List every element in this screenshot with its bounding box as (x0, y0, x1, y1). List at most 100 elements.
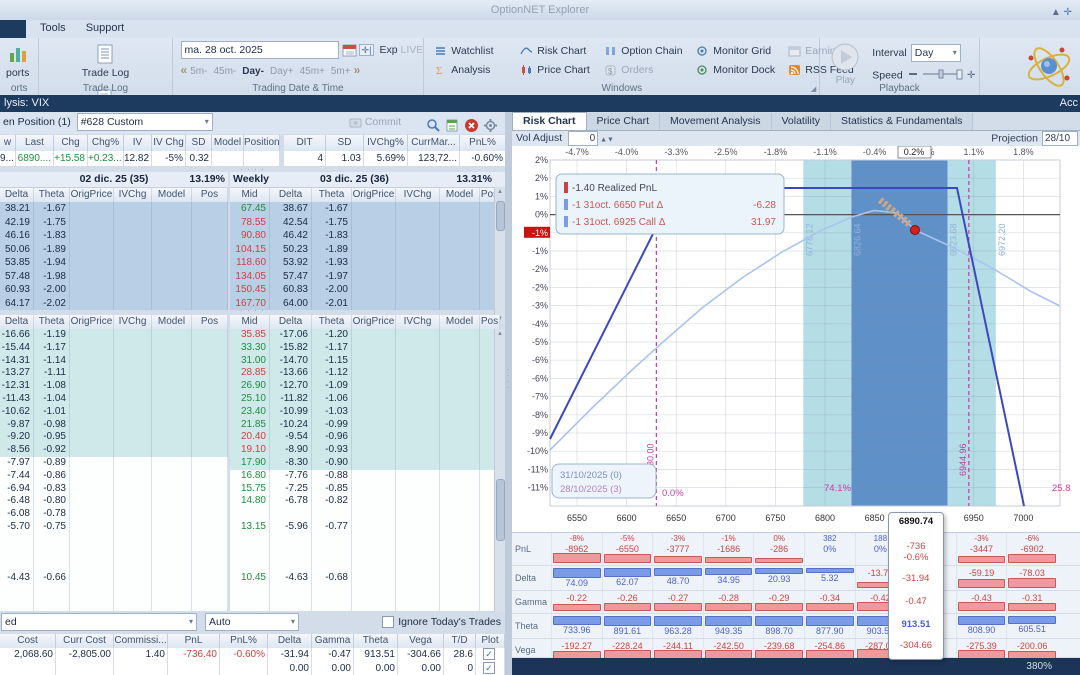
chain-col-header[interactable]: Delta (0, 188, 34, 202)
tab-movement-analysis[interactable]: Movement Analysis (660, 113, 772, 130)
chain-col-header[interactable]: Pos (192, 188, 228, 202)
chain-col-header[interactable]: IVChg (396, 315, 440, 329)
option-chain-row[interactable]: -10.62 -1.01 (0, 405, 228, 419)
totals-col-header[interactable]: Vega (398, 634, 444, 648)
option-chain-row[interactable]: 104.15 50.23 -1.89 (230, 242, 505, 256)
chain-col-header[interactable]: Theta (34, 315, 70, 329)
nav-45mminus[interactable]: 45m- (210, 66, 239, 77)
option-chain-row[interactable]: -16.66 -1.19 (0, 329, 228, 342)
option-chain-row[interactable]: 42.19 -1.75 (0, 215, 228, 229)
option-chain-row[interactable]: 57.48 -1.98 (0, 269, 228, 283)
option-chain-row[interactable]: 26.90 -12.70 -1.09 (230, 380, 505, 393)
option-chain-row[interactable]: -6.08 -0.78 (0, 508, 228, 521)
chain-col-header[interactable]: Mid (230, 315, 270, 329)
option-chain-row[interactable]: 60.93 -2.00 (0, 283, 228, 297)
totals-col-header[interactable]: Plot (476, 634, 505, 648)
menu-tools[interactable]: Tools (30, 20, 76, 36)
interval-select[interactable]: Day ▾ (910, 44, 961, 62)
option-chain-row[interactable]: 90.80 46.42 -1.83 (230, 229, 505, 243)
current-position-dot[interactable] (910, 225, 920, 235)
option-chain-row[interactable]: 15.75 -7.25 -0.85 (230, 482, 505, 496)
mode-filter-select[interactable]: Auto ▾ (205, 613, 299, 632)
risk-chart-svg[interactable]: 6778.12 6826.64 6923.68 6972.206630.00 6944.… (512, 146, 1080, 532)
option-chain-row[interactable]: 25.10 -11.82 -1.06 (230, 392, 505, 406)
totals-col-header[interactable]: T/D (444, 634, 476, 648)
window-toggle-monitor-dock[interactable]: Monitor Dock (692, 60, 784, 79)
nav-5mplus[interactable]: 5m+ (328, 66, 354, 77)
menu-support[interactable]: Support (76, 20, 135, 36)
summary-col-header[interactable]: Last (16, 135, 54, 151)
reports-button[interactable]: ports (0, 40, 35, 82)
option-chain-row[interactable]: -14.31 -1.14 (0, 354, 228, 368)
scroll-up-icon[interactable]: ▲ (495, 187, 505, 197)
option-chain-row[interactable] (0, 533, 228, 547)
option-chain-row[interactable]: -11.43 -1.04 (0, 392, 228, 406)
step-forward-icon[interactable]: » (354, 63, 361, 77)
summary-col-header[interactable]: IV (124, 135, 152, 151)
chain-col-header[interactable]: Model (440, 188, 480, 202)
option-chain-row[interactable]: 53.85 -1.94 (0, 256, 228, 270)
chain-col-header[interactable]: OrigPrice (352, 188, 396, 202)
option-chain-row[interactable]: -13.27 -1.11 (0, 367, 228, 381)
play-button[interactable]: Play (830, 42, 860, 86)
view-filter-select[interactable]: ed ▾ (1, 613, 197, 632)
option-chain-row[interactable]: 13.15 -5.96 -0.77 (230, 520, 505, 534)
totals-col-header[interactable]: Gamma (312, 634, 354, 648)
option-chain-row[interactable]: 31.00 -14.70 -1.15 (230, 354, 505, 368)
summary-col-header[interactable]: SD (186, 135, 212, 151)
totals-col-header[interactable]: PnL% (220, 634, 268, 648)
option-chain-row[interactable]: -5.70 -0.75 (0, 520, 228, 534)
option-chain-row[interactable]: 16.80 -7.76 -0.88 (230, 469, 505, 483)
chain-col-header[interactable]: IVChg (114, 315, 152, 329)
chain-col-header[interactable]: Model (440, 315, 480, 329)
window-toggle-monitor-grid[interactable]: Monitor Grid (692, 41, 784, 60)
calls-scrollbar[interactable]: ▲▼ (494, 187, 505, 324)
scroll-up-icon[interactable]: ▲ (495, 329, 505, 339)
totals-col-header[interactable]: Curr Cost (56, 634, 114, 648)
option-chain-row[interactable] (0, 546, 228, 560)
option-chain-row[interactable]: -6.48 -0.80 (0, 495, 228, 509)
option-chain-row[interactable]: -15.44 -1.17 (0, 341, 228, 355)
current-price-box[interactable]: 6890.74 -736 -0.6% -31.94 -0.47 913.51 -304.66 (888, 512, 944, 660)
trading-date-input[interactable]: ma. 28 oct. 2025 (180, 41, 339, 59)
chain-col-header[interactable]: IVChg (114, 188, 152, 202)
option-chain-row[interactable] (0, 559, 228, 573)
option-chain-row[interactable]: 78.55 42.54 -1.75 (230, 215, 505, 229)
option-chain-row[interactable]: -9.87 -0.98 (0, 418, 228, 432)
option-chain-row[interactable] (230, 597, 505, 611)
vol-adjust-input[interactable]: 0 (568, 131, 599, 146)
tab-price-chart[interactable]: Price Chart (586, 113, 661, 130)
option-chain-row[interactable] (230, 508, 505, 521)
option-chain-row[interactable]: -7.44 -0.86 (0, 469, 228, 483)
summary-col-header[interactable]: DIT (284, 135, 326, 151)
option-chain-row[interactable] (230, 559, 505, 573)
close-icon[interactable] (464, 118, 480, 133)
search-icon[interactable] (426, 118, 442, 133)
option-chain-row[interactable] (0, 584, 228, 598)
chain-col-header[interactable]: Theta (312, 315, 352, 329)
option-chain-row[interactable]: -8.56 -0.92 (0, 444, 228, 457)
option-chain-row[interactable]: 19.10 -8.90 -0.93 (230, 444, 505, 457)
option-chain-row[interactable]: -4.43 -0.66 (0, 572, 228, 585)
option-chain-row[interactable]: 46.16 -1.83 (0, 229, 228, 243)
window-toggle-price-chart[interactable]: Price Chart (516, 60, 600, 79)
option-chain-row[interactable]: 17.90 -8.30 -0.90 (230, 456, 505, 470)
position-preset-select[interactable]: #628 Custom ▾ (76, 113, 213, 132)
summary-col-header[interactable]: IV Chg (152, 135, 186, 151)
window-toggle-option-chain[interactable]: Option Chain (600, 41, 692, 60)
plot-checkbox[interactable]: ✓ (483, 648, 495, 661)
option-chain-row[interactable]: 10.45 -4.63 -0.68 (230, 572, 505, 585)
totals-col-header[interactable]: PnL (168, 634, 220, 648)
gear-icon[interactable] (483, 118, 499, 133)
chain-col-header[interactable]: OrigPrice (352, 315, 396, 329)
option-chain-row[interactable]: 35.85 -17.06 -1.20 (230, 329, 505, 342)
vol-adjust-spinner[interactable]: ▲▼ (598, 136, 614, 143)
nav-Dayminus[interactable]: Day- (239, 66, 267, 77)
chain-col-header[interactable]: Model (152, 188, 192, 202)
option-chain-row[interactable]: 67.45 38.67 -1.67 (230, 202, 505, 216)
scroll-thumb[interactable] (496, 479, 505, 541)
totals-col-header[interactable]: Cost (0, 634, 56, 648)
chain-col-header[interactable]: Delta (270, 315, 312, 329)
scroll-thumb[interactable] (496, 201, 505, 231)
dialog-launcher-icon[interactable]: ◢ (811, 85, 816, 93)
